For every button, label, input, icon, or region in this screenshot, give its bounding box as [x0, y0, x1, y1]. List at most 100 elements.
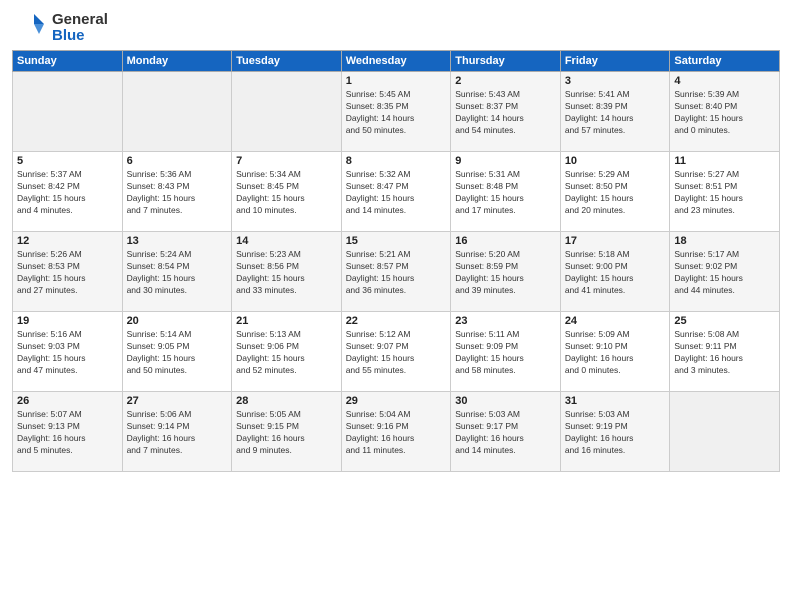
logo-icon — [12, 10, 48, 46]
calendar-cell: 2 Sunrise: 5:43 AM Sunset: 8:37 PM Daylig… — [451, 72, 561, 152]
calendar-cell: 11 Sunrise: 5:27 AM Sunset: 8:51 PM Dayli… — [670, 152, 780, 232]
weekday-header-friday: Friday — [560, 51, 670, 72]
day-info: Sunrise: 5:17 AM Sunset: 9:02 PM Dayligh… — [674, 249, 775, 297]
weekday-header-monday: Monday — [122, 51, 232, 72]
calendar-cell: 20 Sunrise: 5:14 AM Sunset: 9:05 PM Dayli… — [122, 312, 232, 392]
calendar-body: 1 Sunrise: 5:45 AM Sunset: 8:35 PM Daylig… — [13, 72, 780, 472]
header: GeneralBlue — [12, 10, 780, 46]
weekday-header-sunday: Sunday — [13, 51, 123, 72]
day-number: 1 — [346, 75, 447, 87]
calendar-cell: 8 Sunrise: 5:32 AM Sunset: 8:47 PM Daylig… — [341, 152, 451, 232]
day-number: 11 — [674, 155, 775, 167]
day-info: Sunrise: 5:39 AM Sunset: 8:40 PM Dayligh… — [674, 89, 775, 137]
day-info: Sunrise: 5:13 AM Sunset: 9:06 PM Dayligh… — [236, 329, 337, 377]
day-number: 20 — [127, 315, 228, 327]
calendar-cell — [122, 72, 232, 152]
calendar-header: SundayMondayTuesdayWednesdayThursdayFrid… — [13, 51, 780, 72]
calendar-cell: 25 Sunrise: 5:08 AM Sunset: 9:11 PM Dayli… — [670, 312, 780, 392]
day-info: Sunrise: 5:43 AM Sunset: 8:37 PM Dayligh… — [455, 89, 556, 137]
day-info: Sunrise: 5:31 AM Sunset: 8:48 PM Dayligh… — [455, 169, 556, 217]
calendar-week-row: 12 Sunrise: 5:26 AM Sunset: 8:53 PM Dayli… — [13, 232, 780, 312]
day-number: 10 — [565, 155, 666, 167]
calendar-cell: 28 Sunrise: 5:05 AM Sunset: 9:15 PM Dayli… — [232, 392, 342, 472]
calendar-cell: 6 Sunrise: 5:36 AM Sunset: 8:43 PM Daylig… — [122, 152, 232, 232]
weekday-header-thursday: Thursday — [451, 51, 561, 72]
day-number: 6 — [127, 155, 228, 167]
calendar-cell: 4 Sunrise: 5:39 AM Sunset: 8:40 PM Daylig… — [670, 72, 780, 152]
day-info: Sunrise: 5:45 AM Sunset: 8:35 PM Dayligh… — [346, 89, 447, 137]
calendar-cell: 15 Sunrise: 5:21 AM Sunset: 8:57 PM Dayli… — [341, 232, 451, 312]
logo-blue: Blue — [52, 28, 108, 45]
calendar-cell: 17Sunrise: 5:18 AM Sunset: 9:00 PM Dayli… — [560, 232, 670, 312]
day-number: 15 — [346, 235, 447, 247]
day-info: Sunrise: 5:07 AM Sunset: 9:13 PM Dayligh… — [17, 409, 118, 457]
calendar-cell: 5Sunrise: 5:37 AM Sunset: 8:42 PM Daylig… — [13, 152, 123, 232]
calendar-cell: 1 Sunrise: 5:45 AM Sunset: 8:35 PM Daylig… — [341, 72, 451, 152]
page-container: GeneralBlue SundayMondayTuesdayWednesday… — [0, 0, 792, 480]
day-number: 25 — [674, 315, 775, 327]
calendar-cell — [670, 392, 780, 472]
calendar-cell: 9 Sunrise: 5:31 AM Sunset: 8:48 PM Daylig… — [451, 152, 561, 232]
calendar-cell: 31 Sunrise: 5:03 AM Sunset: 9:19 PM Dayli… — [560, 392, 670, 472]
calendar-cell: 7Sunrise: 5:34 AM Sunset: 8:45 PM Daylig… — [232, 152, 342, 232]
day-number: 16 — [455, 235, 556, 247]
calendar-cell: 18Sunrise: 5:17 AM Sunset: 9:02 PM Dayli… — [670, 232, 780, 312]
calendar-cell: 3 Sunrise: 5:41 AM Sunset: 8:39 PM Daylig… — [560, 72, 670, 152]
calendar-cell: 21Sunrise: 5:13 AM Sunset: 9:06 PM Dayli… — [232, 312, 342, 392]
logo-text-container: GeneralBlue — [52, 12, 108, 45]
calendar-cell — [13, 72, 123, 152]
day-number: 7 — [236, 155, 337, 167]
day-info: Sunrise: 5:05 AM Sunset: 9:15 PM Dayligh… — [236, 409, 337, 457]
day-number: 8 — [346, 155, 447, 167]
day-info: Sunrise: 5:14 AM Sunset: 9:05 PM Dayligh… — [127, 329, 228, 377]
calendar-cell: 12 Sunrise: 5:26 AM Sunset: 8:53 PM Dayli… — [13, 232, 123, 312]
day-number: 26 — [17, 395, 118, 407]
day-number: 23 — [455, 315, 556, 327]
day-info: Sunrise: 5:12 AM Sunset: 9:07 PM Dayligh… — [346, 329, 447, 377]
weekday-header-row: SundayMondayTuesdayWednesdayThursdayFrid… — [13, 51, 780, 72]
day-number: 13 — [127, 235, 228, 247]
calendar-cell: 19 Sunrise: 5:16 AM Sunset: 9:03 PM Dayli… — [13, 312, 123, 392]
day-info: Sunrise: 5:36 AM Sunset: 8:43 PM Dayligh… — [127, 169, 228, 217]
day-info: Sunrise: 5:26 AM Sunset: 8:53 PM Dayligh… — [17, 249, 118, 297]
logo: GeneralBlue — [12, 10, 108, 46]
day-number: 31 — [565, 395, 666, 407]
day-info: Sunrise: 5:23 AM Sunset: 8:56 PM Dayligh… — [236, 249, 337, 297]
day-number: 28 — [236, 395, 337, 407]
day-info: Sunrise: 5:27 AM Sunset: 8:51 PM Dayligh… — [674, 169, 775, 217]
day-info: Sunrise: 5:08 AM Sunset: 9:11 PM Dayligh… — [674, 329, 775, 377]
weekday-header-saturday: Saturday — [670, 51, 780, 72]
day-number: 17 — [565, 235, 666, 247]
calendar-cell: 24Sunrise: 5:09 AM Sunset: 9:10 PM Dayli… — [560, 312, 670, 392]
day-info: Sunrise: 5:09 AM Sunset: 9:10 PM Dayligh… — [565, 329, 666, 377]
logo-general: General — [52, 12, 108, 29]
day-info: Sunrise: 5:32 AM Sunset: 8:47 PM Dayligh… — [346, 169, 447, 217]
day-number: 30 — [455, 395, 556, 407]
calendar-week-row: 19 Sunrise: 5:16 AM Sunset: 9:03 PM Dayli… — [13, 312, 780, 392]
day-number: 12 — [17, 235, 118, 247]
day-number: 2 — [455, 75, 556, 87]
day-number: 9 — [455, 155, 556, 167]
day-info: Sunrise: 5:21 AM Sunset: 8:57 PM Dayligh… — [346, 249, 447, 297]
calendar-cell: 10Sunrise: 5:29 AM Sunset: 8:50 PM Dayli… — [560, 152, 670, 232]
calendar-cell: 26 Sunrise: 5:07 AM Sunset: 9:13 PM Dayli… — [13, 392, 123, 472]
day-info: Sunrise: 5:03 AM Sunset: 9:19 PM Dayligh… — [565, 409, 666, 457]
calendar-cell: 27 Sunrise: 5:06 AM Sunset: 9:14 PM Dayli… — [122, 392, 232, 472]
calendar-cell: 14 Sunrise: 5:23 AM Sunset: 8:56 PM Dayli… — [232, 232, 342, 312]
day-info: Sunrise: 5:41 AM Sunset: 8:39 PM Dayligh… — [565, 89, 666, 137]
day-number: 4 — [674, 75, 775, 87]
day-number: 22 — [346, 315, 447, 327]
day-number: 14 — [236, 235, 337, 247]
day-info: Sunrise: 5:06 AM Sunset: 9:14 PM Dayligh… — [127, 409, 228, 457]
calendar-cell: 13Sunrise: 5:24 AM Sunset: 8:54 PM Dayli… — [122, 232, 232, 312]
day-info: Sunrise: 5:16 AM Sunset: 9:03 PM Dayligh… — [17, 329, 118, 377]
day-number: 19 — [17, 315, 118, 327]
calendar-cell — [232, 72, 342, 152]
day-number: 27 — [127, 395, 228, 407]
weekday-header-wednesday: Wednesday — [341, 51, 451, 72]
weekday-header-tuesday: Tuesday — [232, 51, 342, 72]
day-info: Sunrise: 5:03 AM Sunset: 9:17 PM Dayligh… — [455, 409, 556, 457]
day-info: Sunrise: 5:37 AM Sunset: 8:42 PM Dayligh… — [17, 169, 118, 217]
calendar-table: SundayMondayTuesdayWednesdayThursdayFrid… — [12, 50, 780, 472]
day-number: 3 — [565, 75, 666, 87]
